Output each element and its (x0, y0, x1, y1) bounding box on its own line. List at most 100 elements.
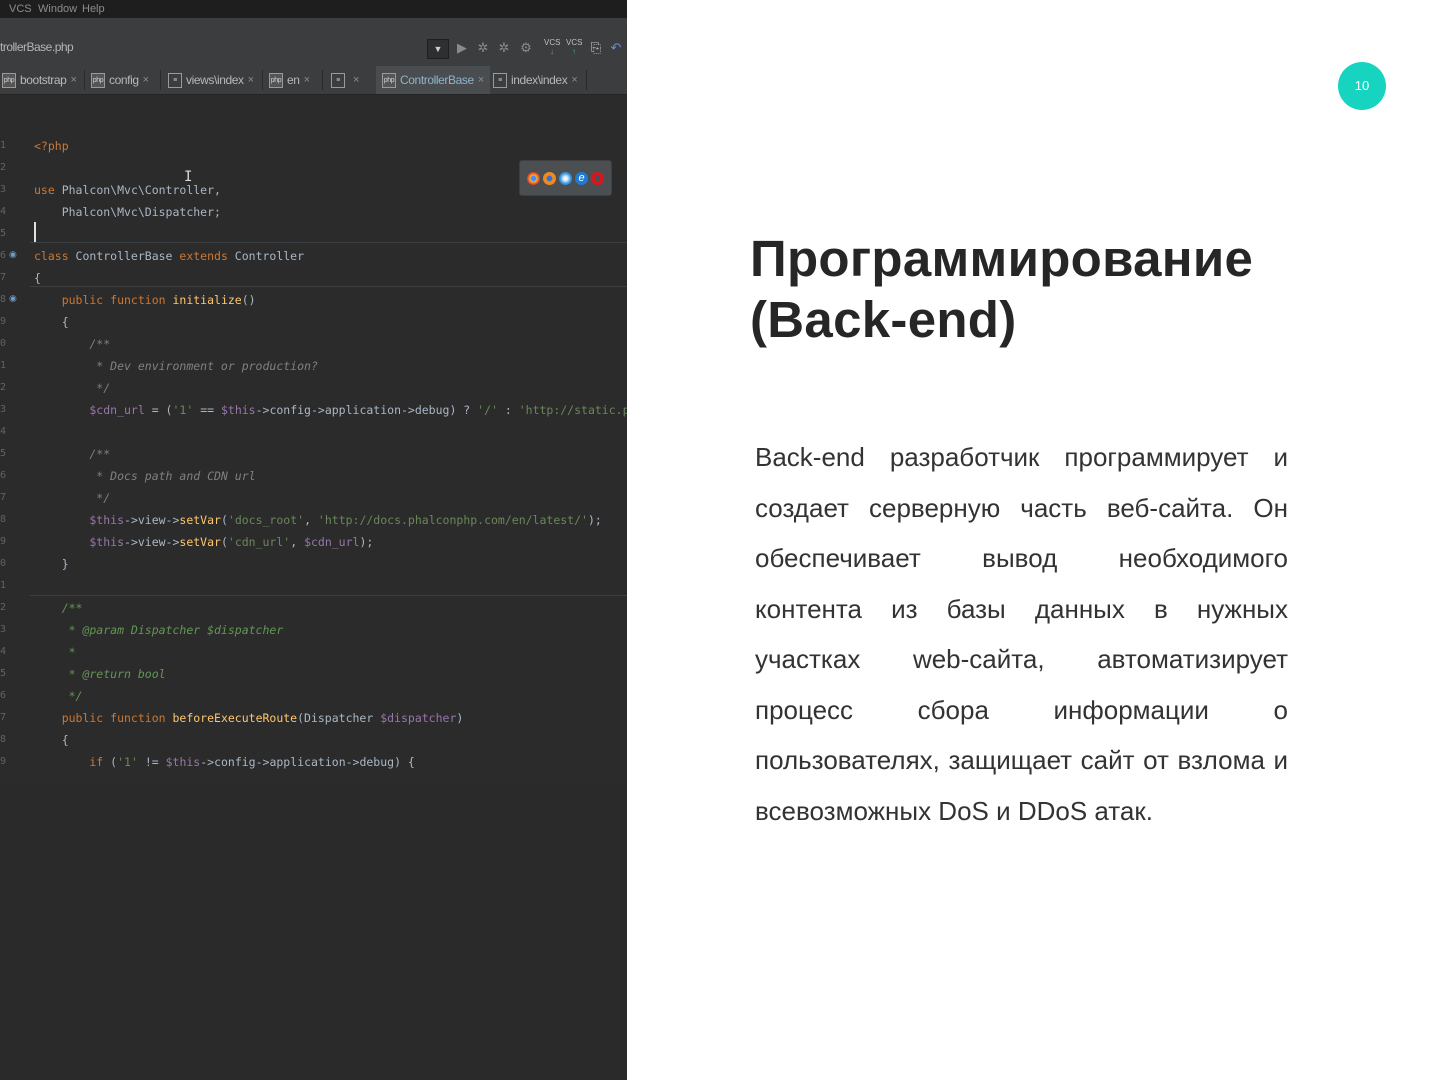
coverage-icon[interactable]: ✲ (496, 38, 512, 58)
close-icon[interactable]: × (70, 74, 76, 86)
line-number: 5 (0, 228, 7, 239)
code-token: ); (587, 513, 602, 527)
menu-window[interactable]: Window (38, 3, 77, 15)
code-text: /** (34, 597, 83, 619)
code-token: /** (34, 337, 111, 351)
code-line[interactable]: 8 { (0, 729, 627, 751)
run-config-dropdown[interactable]: ▼ (427, 39, 449, 59)
code-token: = ( (144, 403, 173, 417)
override-marker-icon[interactable]: ◉ (9, 249, 19, 259)
code-token: * Docs path and CDN url (34, 469, 256, 483)
code-line[interactable]: 8 $this->view->setVar('docs_root', 'http… (0, 509, 627, 531)
code-token: public function (34, 711, 173, 725)
tab-bootstrap[interactable]: php bootstrap × (0, 66, 84, 94)
code-line[interactable]: 9 if ('1' != $this->config->application-… (0, 751, 627, 773)
file-breadcrumb[interactable]: trollerBase.php (0, 40, 74, 54)
tab-config[interactable]: php config × (91, 66, 157, 94)
code-token: != (137, 755, 166, 769)
code-line[interactable]: 5 * @return bool (0, 663, 627, 685)
tab-views-index[interactable]: ≡ views\index × (168, 66, 258, 94)
undo-icon[interactable]: ↶ (608, 38, 624, 58)
code-token: Controller (234, 249, 305, 263)
code-text: * @param Dispatcher $dispatcher (34, 619, 284, 641)
line-number: 6 (0, 470, 7, 481)
code-line[interactable]: 3 * @param Dispatcher $dispatcher (0, 619, 627, 641)
code-line[interactable]: 0 /** (0, 333, 627, 355)
code-token: setVar (179, 513, 221, 527)
code-token: use (34, 183, 62, 197)
close-icon[interactable]: × (304, 74, 310, 86)
document-icon: ≡ (331, 72, 345, 88)
firefox-icon[interactable] (543, 171, 556, 185)
code-token: 'cdn_url' (227, 535, 291, 549)
code-token: * (34, 645, 76, 659)
code-line[interactable]: 4 (0, 421, 627, 443)
vcs-commit-button[interactable]: VCS ↑ (566, 38, 582, 58)
ie-icon[interactable]: e (575, 171, 588, 185)
tab-untitled[interactable]: ≡ × (331, 66, 371, 94)
code-text: $this->view->setVar('cdn_url', $cdn_url)… (34, 531, 373, 553)
code-token: ControllerBase (75, 249, 180, 263)
code-line[interactable]: 7 public function beforeExecuteRoute(Dis… (0, 707, 627, 729)
menu-help[interactable]: Help (82, 3, 105, 15)
chrome-icon[interactable] (527, 171, 540, 185)
method-separator (30, 242, 627, 243)
code-text: */ (34, 685, 83, 707)
code-token: { (34, 733, 69, 747)
code-token: * @param Dispatcher $dispatcher (34, 623, 284, 637)
code-line[interactable]: 0 } (0, 553, 627, 575)
menu-vcs[interactable]: VCS (9, 3, 32, 15)
code-line[interactable]: 9 $this->view->setVar('cdn_url', $cdn_ur… (0, 531, 627, 553)
code-line[interactable]: 6 * Docs path and CDN url (0, 465, 627, 487)
code-line[interactable]: 2 /** (0, 597, 627, 619)
close-icon[interactable]: × (478, 74, 484, 86)
tab-label: en (287, 73, 300, 87)
code-line[interactable]: 3 $cdn_url = ('1' == $this->config->appl… (0, 399, 627, 421)
close-icon[interactable]: × (248, 74, 254, 86)
code-line[interactable]: 6 */ (0, 685, 627, 707)
override-marker-icon[interactable]: ◉ (9, 293, 19, 303)
debug-icon[interactable]: ✲ (475, 38, 491, 58)
code-token: /** (34, 447, 111, 461)
code-token: $cdn_url (34, 403, 145, 417)
tab-controllerbase[interactable]: php ControllerBase × (376, 66, 490, 94)
code-line[interactable]: 8 public function initialize() (0, 289, 627, 311)
stop-icon[interactable]: ⚙ (518, 38, 534, 58)
code-token: '1' (172, 403, 194, 417)
close-icon[interactable]: × (353, 74, 359, 86)
opera-icon[interactable] (591, 171, 604, 185)
code-line[interactable]: 9 { (0, 311, 627, 333)
code-line[interactable]: 4 Phalcon\Mvc\Dispatcher; (0, 201, 627, 223)
code-line[interactable]: 1 <?php (0, 135, 627, 157)
tab-index-index[interactable]: ≡ index\index × (493, 66, 583, 94)
php-file-icon: php (2, 72, 16, 88)
code-line[interactable]: 4 * (0, 641, 627, 663)
line-number: 0 (0, 338, 7, 349)
code-line[interactable]: 1 * Dev environment or production? (0, 355, 627, 377)
code-text: $this->view->setVar('docs_root', 'http:/… (34, 509, 602, 531)
code-line[interactable]: 7 */ (0, 487, 627, 509)
code-text: Phalcon\Mvc\Dispatcher; (34, 201, 221, 223)
close-icon[interactable]: × (143, 74, 149, 86)
code-line[interactable]: 1 (0, 575, 627, 597)
code-line[interactable]: 5 /** (0, 443, 627, 465)
code-token: public function (34, 293, 173, 307)
code-token: , (290, 535, 305, 549)
tab-en[interactable]: php en × (269, 66, 319, 94)
close-icon[interactable]: × (571, 74, 577, 86)
code-text: public function initialize() (34, 289, 256, 311)
history-icon[interactable]: ⎘ (588, 38, 604, 58)
line-number: 4 (0, 206, 7, 217)
vcs-update-button[interactable]: VCS ↓ (544, 38, 560, 58)
line-number: 5 (0, 448, 7, 459)
code-text: if ('1' != $this->config->application->d… (34, 751, 414, 773)
code-token: Phalcon\Mvc\Controller, (61, 183, 221, 197)
run-icon[interactable]: ▶ (454, 38, 470, 58)
slide-body-text: Back-end разработчик программирует и соз… (755, 442, 1288, 826)
safari-icon[interactable] (559, 171, 572, 185)
code-token: if (34, 755, 111, 769)
tab-label: index\index (511, 73, 568, 87)
code-text: use Phalcon\Mvc\Controller, (34, 179, 221, 201)
code-line[interactable]: 2 */ (0, 377, 627, 399)
code-line[interactable]: 6 class ControllerBase extends Controller (0, 245, 627, 267)
